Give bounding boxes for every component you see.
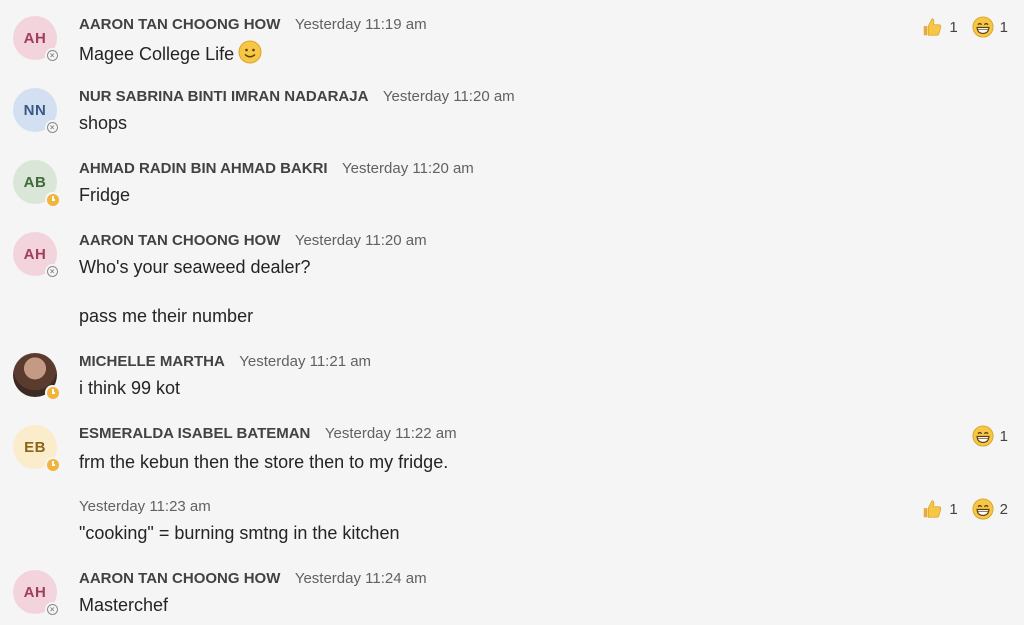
reaction-count: 1 xyxy=(949,500,958,518)
offline-status-icon: × xyxy=(45,602,60,617)
sender-name[interactable]: AARON TAN CHOONG HOW xyxy=(79,570,280,587)
message-text: i think 99 kot xyxy=(79,378,181,398)
away-status-icon xyxy=(45,385,60,400)
avatar[interactable]: EB xyxy=(13,425,60,472)
reaction-grin[interactable]: 2 xyxy=(972,498,1008,520)
avatar-initials: AH xyxy=(23,245,47,263)
avatar[interactable]: AH × xyxy=(13,232,60,279)
avatar[interactable]: AH × xyxy=(13,570,60,617)
sender-name[interactable]: AARON TAN CHOONG HOW xyxy=(79,232,280,249)
thumbs-up-icon xyxy=(924,18,942,36)
away-status-icon xyxy=(45,192,60,207)
message-timestamp: Yesterday 11:20 am xyxy=(294,232,427,249)
sender-name[interactable]: ESMERALDA ISABEL BATEMAN xyxy=(79,425,310,442)
reaction-thumbs-up[interactable]: 1 xyxy=(921,498,958,520)
message-timestamp: Yesterday 11:22 am xyxy=(324,425,457,442)
reaction-count: 1 xyxy=(999,18,1008,36)
avatar-initials: AH xyxy=(23,29,47,47)
message-text: Magee College Life xyxy=(79,44,235,64)
reaction-count: 2 xyxy=(999,500,1008,518)
message-text: Fridge xyxy=(79,185,131,205)
grin-icon xyxy=(972,498,994,520)
sender-name[interactable]: AARON TAN CHOONG HOW xyxy=(79,16,280,33)
message-timestamp: Yesterday 11:19 am xyxy=(294,16,427,33)
avatar-initials: AH xyxy=(23,583,47,601)
message-timestamp: Yesterday 11:23 am xyxy=(79,498,211,515)
message-timestamp: Yesterday 11:20 am xyxy=(342,160,474,177)
sender-name[interactable]: AHMAD RADIN BIN AHMAD BAKRI xyxy=(79,160,328,177)
reaction-count: 1 xyxy=(949,18,958,36)
avatar[interactable] xyxy=(13,353,60,400)
reaction-grin[interactable]: 1 xyxy=(972,16,1008,38)
reaction-grin[interactable]: 1 xyxy=(972,425,1008,447)
message-body: Magee College Life xyxy=(79,40,262,65)
sender-name[interactable]: NUR SABRINA BINTI IMRAN NADARAJA xyxy=(79,88,368,105)
avatar-initials: NN xyxy=(23,101,47,119)
message-text: "cooking" = burning smtng in the kitchen xyxy=(79,523,400,543)
reaction-count: 1 xyxy=(999,427,1008,445)
offline-status-icon: × xyxy=(45,120,60,135)
message-timestamp: Yesterday 11:20 am xyxy=(382,88,515,105)
thumbs-up-icon xyxy=(924,500,942,518)
grin-icon xyxy=(972,16,994,38)
message-text: Masterchef xyxy=(79,595,169,615)
message-text: pass me their number xyxy=(79,306,254,326)
offline-status-icon: × xyxy=(45,264,60,279)
avatar-initials: AB xyxy=(23,173,47,191)
avatar[interactable]: AH × xyxy=(13,16,60,63)
avatar[interactable]: NN × xyxy=(13,88,60,135)
chat-message-list: AH × AARON TAN CHOONG HOW Yesterday 11:1… xyxy=(0,0,1024,625)
message-text: frm the kebun then the store then to my … xyxy=(79,452,449,472)
grin-icon xyxy=(972,425,994,447)
reaction-thumbs-up[interactable]: 1 xyxy=(921,16,958,38)
away-status-icon xyxy=(45,457,60,472)
avatar[interactable]: AB xyxy=(13,160,60,207)
avatar-initials: EB xyxy=(24,438,46,456)
sender-name[interactable]: MICHELLE MARTHA xyxy=(79,353,225,370)
message-text: shops xyxy=(79,113,128,133)
message-timestamp: Yesterday 11:24 am xyxy=(294,570,427,587)
smiley-icon xyxy=(238,40,262,64)
message-timestamp: Yesterday 11:21 am xyxy=(239,353,372,370)
message-text: Who's your seaweed dealer? xyxy=(79,257,311,277)
offline-status-icon: × xyxy=(45,48,60,63)
